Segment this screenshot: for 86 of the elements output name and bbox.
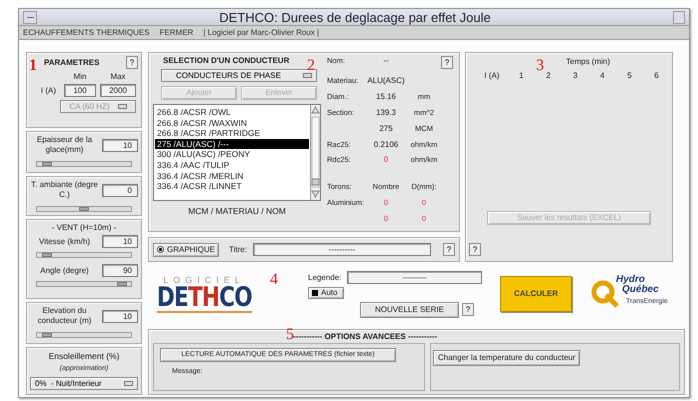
new-series-button[interactable]: NOUVELLE SERIE <box>360 302 459 318</box>
help-button[interactable]: ? <box>462 303 474 316</box>
panel-title: PARAMETRES <box>44 58 100 67</box>
column-header: 6 <box>653 71 660 80</box>
window-title: DETHCO: Durees de deglacage par effet Joule <box>218 10 492 24</box>
value-field[interactable]: 10 <box>102 138 138 152</box>
calculate-button[interactable]: CALCULER <box>500 276 572 312</box>
annotation-number: 4 <box>270 272 278 288</box>
field-label: I (A) <box>40 86 56 95</box>
slider-track[interactable] <box>36 206 132 212</box>
section-title: ----------- OPTIONS AVANCEES ----------- <box>293 332 438 341</box>
slider-track[interactable] <box>36 161 132 167</box>
column-header: 1 <box>518 71 524 80</box>
legend-field[interactable]: --------- <box>347 270 482 284</box>
help-button[interactable]: ? <box>469 243 481 256</box>
column-group-label: Temps (min) <box>566 57 610 66</box>
list-item[interactable]: 266.8 /ACSR /OWL <box>155 107 309 118</box>
list-item[interactable]: 336.4 /ACSR /LINNET <box>155 181 309 192</box>
help-button[interactable]: ? <box>441 56 453 69</box>
help-button[interactable]: ? <box>126 56 138 69</box>
field-label: Titre: <box>229 245 247 254</box>
menu-item[interactable]: FERMER <box>160 28 194 37</box>
slider-thumb[interactable] <box>42 162 52 166</box>
field-label: Angle (degre) <box>39 266 90 276</box>
detail-value: 0.2106 <box>372 140 400 149</box>
auto-checkbox[interactable]: Auto <box>308 286 344 298</box>
field-label: Epaisseur de la glace(mm) <box>36 135 94 155</box>
field-label: Ensoleillement (%) <box>48 351 120 361</box>
window-menu-icon[interactable] <box>23 10 37 24</box>
window-control-icon[interactable] <box>673 10 685 24</box>
list-item[interactable]: 336.4 /AAC /TULIP <box>155 160 309 171</box>
column-label: Min <box>72 72 88 81</box>
value-field[interactable]: 90 <box>102 264 138 277</box>
slider-track[interactable] <box>36 332 132 338</box>
list-item[interactable]: 336.4 /ACSR /MERLIN <box>155 170 309 182</box>
slider-thumb[interactable] <box>42 253 52 257</box>
sunshine-dropdown[interactable]: 0% - Nuit/Interieur <box>30 377 138 390</box>
group-title: - VENT (H=10m) - <box>50 223 118 233</box>
menu-item[interactable]: ECHAUFFEMENTS THERMIQUES <box>23 28 150 37</box>
field-label: T. ambiante (degre C.) <box>30 180 99 200</box>
column-header: 2 <box>545 71 552 80</box>
slider-thumb[interactable] <box>79 207 89 211</box>
menu-text: | Logiciel par Marc-Olivier Roux | <box>203 28 320 37</box>
slider-thumb[interactable] <box>116 282 127 286</box>
dethco-logo: LOGICIEL DETHCO <box>156 275 252 313</box>
annotation-number: 1 <box>29 58 37 74</box>
scrollbar[interactable] <box>310 105 320 200</box>
conductor-list[interactable]: 266.8 /ACSR /OWL 266.8 /ACSR /WAXWIN 266.8 /ACSR /PARTRIDGE 275 /ALU(ASC) /--- 300 /ALU(ASC) /PEONY 336.4 /AAC /TULIP 336.4 /ACSR /MERLIN 336.4 /ACSR /LINNET <box>153 104 321 201</box>
value-field[interactable]: 10 <box>102 235 138 248</box>
detail-value: 15.16 <box>374 92 398 101</box>
column-header: 3 <box>572 71 579 80</box>
max-field[interactable]: 2000 <box>100 84 136 97</box>
min-field[interactable]: 100 <box>64 84 96 97</box>
panel-title: SELECTION D'UN CONDUCTEUR <box>163 56 290 65</box>
category-dropdown[interactable]: CONDUCTEURS DE PHASE <box>161 69 317 82</box>
help-button[interactable]: ? <box>443 243 455 256</box>
dropdown-icon <box>124 381 133 386</box>
column-header: 5 <box>626 71 633 80</box>
detail-value: 275 <box>378 124 394 133</box>
value-field[interactable]: 10 <box>102 310 138 322</box>
list-item[interactable]: 300 /ALU(ASC) /PEONY <box>155 149 309 160</box>
change-temperature-button[interactable]: Changer la temperature du conducteur <box>433 350 580 366</box>
column-header: I (A) <box>483 71 500 80</box>
annotation-number: 3 <box>536 58 544 74</box>
detail-value: 139.3 <box>374 108 398 117</box>
field-label: Legende: <box>308 272 342 282</box>
dropdown-icon <box>118 104 126 109</box>
slider-track[interactable] <box>36 252 132 258</box>
dropdown-icon <box>303 73 312 78</box>
column-label: Max <box>109 72 127 81</box>
annotation-number: 5 <box>286 327 294 343</box>
slider-track[interactable] <box>36 281 132 287</box>
list-item[interactable]: 266.8 /ACSR /PARTRIDGE <box>155 128 309 139</box>
field-label: Vitesse (km/h) <box>38 236 91 246</box>
title-field[interactable]: ---------- <box>252 243 431 256</box>
list-caption: MCM / MATERIAU / NOM <box>187 206 287 216</box>
list-item[interactable]: 275 /ALU(ASC) /--- <box>155 138 309 150</box>
slider-thumb[interactable] <box>42 333 52 337</box>
list-item[interactable]: 266.8 /ACSR /WAXWIN <box>155 118 309 128</box>
detail-value: 0 <box>382 155 390 164</box>
value-field[interactable]: 0 <box>102 184 138 196</box>
column-header: 4 <box>599 71 606 80</box>
field-label: Elevation du conducteur (m) <box>36 306 92 326</box>
detail-value: -- <box>382 56 390 65</box>
detail-value: ALU(ASC) <box>366 76 406 85</box>
graph-radio[interactable]: GRAPHIQUE <box>153 242 220 256</box>
